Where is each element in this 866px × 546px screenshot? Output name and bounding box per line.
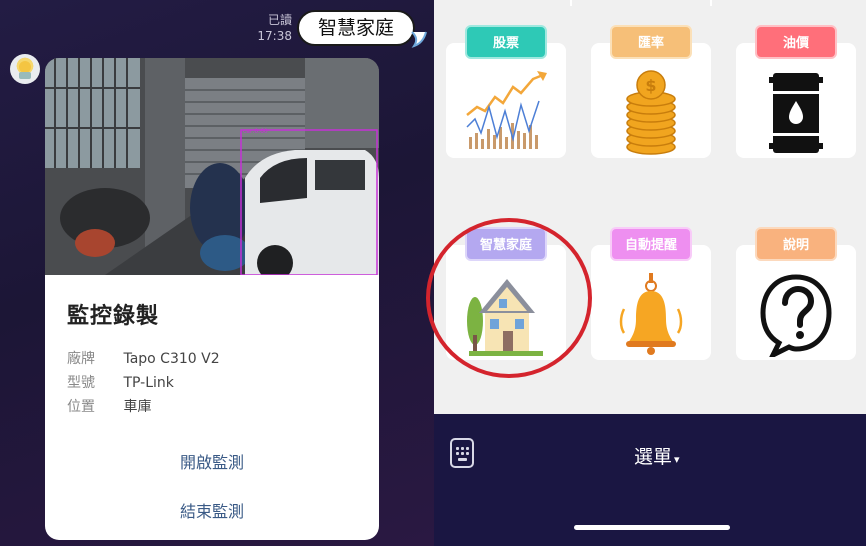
menu-tile-smart-home[interactable]: 智慧家庭 xyxy=(446,227,566,360)
message-meta: 已讀 17:38 xyxy=(248,12,292,44)
keyboard-icon[interactable] xyxy=(450,438,474,468)
bubble-tail-icon xyxy=(411,31,427,48)
chat-panel: 已讀 17:38 智慧家庭 car:0.60 監控錄製 廠牌 Tapo C310… xyxy=(0,0,434,546)
bottom-bar: 選單 ▾ xyxy=(434,414,866,546)
menu-tile-stocks[interactable]: 股票 xyxy=(446,25,566,158)
question-icon xyxy=(760,274,832,357)
tile-label-oil: 油價 xyxy=(755,25,837,59)
info-row-brand: 廠牌 Tapo C310 V2 xyxy=(67,348,220,368)
tile-label-stocks: 股票 xyxy=(465,25,547,59)
menu-tile-oil[interactable]: 油價 xyxy=(736,25,856,158)
stock-chart-icon xyxy=(466,71,547,149)
card-title: 監控錄製 xyxy=(67,304,160,329)
bot-avatar[interactable] xyxy=(10,54,40,84)
rich-menu-grid: 股票 匯率 $ 油價 智慧家庭 自動提醒 說明 xyxy=(426,0,866,414)
info-row-location: 位置 車庫 xyxy=(67,396,151,416)
tile-label-exchange: 匯率 xyxy=(610,25,692,59)
home-indicator xyxy=(574,525,730,530)
action-divider xyxy=(45,483,379,484)
info-key: 位置 xyxy=(67,399,95,415)
monitor-card: car:0.60 監控錄製 廠牌 Tapo C310 V2 型號 TP-Link… xyxy=(45,58,379,540)
tile-label-help: 說明 xyxy=(755,227,837,261)
menu-tile-help[interactable]: 說明 xyxy=(736,227,856,360)
detection-label: car:0.60 xyxy=(243,128,268,135)
start-monitoring-button[interactable]: 開啟監測 xyxy=(45,449,379,473)
house-icon xyxy=(467,279,543,356)
info-value: 車庫 xyxy=(123,399,152,415)
tile-label-smart-home: 智慧家庭 xyxy=(465,227,547,261)
coins-icon: $ xyxy=(626,70,676,155)
camera-snapshot[interactable]: car:0.60 xyxy=(45,58,379,275)
menu-tile-exchange[interactable]: 匯率 $ xyxy=(591,25,711,158)
avatar-icon xyxy=(19,61,31,79)
user-message-bubble: 智慧家庭 xyxy=(297,10,415,46)
read-status: 已讀 xyxy=(267,13,292,27)
svg-text:$: $ xyxy=(645,76,656,95)
stop-monitoring-button[interactable]: 結束監測 xyxy=(45,498,379,522)
info-value: Tapo C310 V2 xyxy=(123,351,220,367)
message-time: 17:38 xyxy=(257,29,292,43)
menu-toggle-label: 選單 xyxy=(634,446,673,468)
menu-tile-reminder[interactable]: 自動提醒 xyxy=(591,227,711,360)
rich-menu: 股票 匯率 $ 油價 智慧家庭 自動提醒 說明 選單 ▾ xyxy=(426,0,866,546)
oil-barrel-icon xyxy=(769,73,823,153)
info-value: TP-Link xyxy=(123,375,174,391)
bell-icon xyxy=(619,273,683,355)
info-key: 型號 xyxy=(67,375,95,391)
menu-toggle-button[interactable]: 選單 ▾ xyxy=(634,442,680,469)
caret-down-icon: ▾ xyxy=(674,453,680,466)
tile-label-reminder: 自動提醒 xyxy=(610,227,692,261)
info-key: 廠牌 xyxy=(67,351,95,367)
info-row-model: 型號 TP-Link xyxy=(67,372,174,392)
